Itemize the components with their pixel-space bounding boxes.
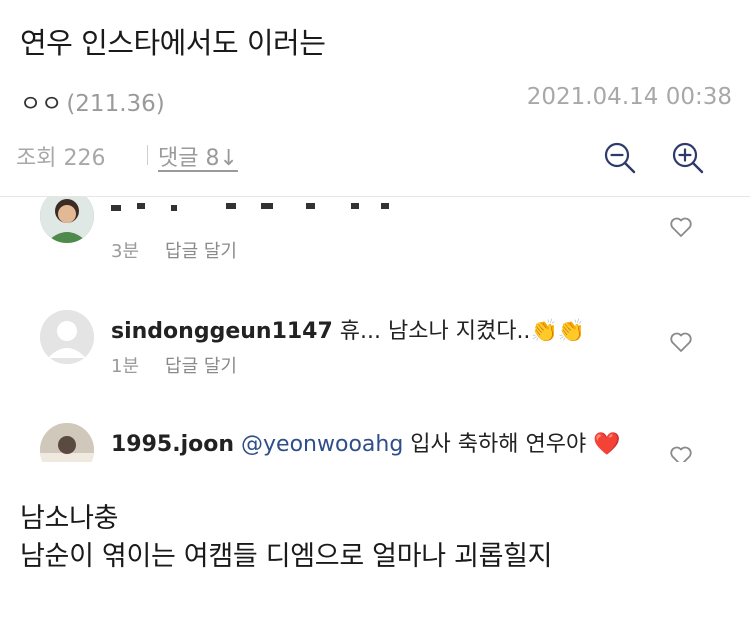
post-stats: 조회 226 댓글 8↓ [16, 140, 732, 176]
avatar [40, 197, 94, 243]
comment-username[interactable]: 1995.joon [111, 432, 234, 457]
post-meta: ㅇㅇ (211.36) 2021.04.14 00:38 [20, 84, 732, 117]
zoom-out-icon[interactable] [602, 140, 638, 176]
like-heart-icon[interactable] [669, 445, 693, 462]
comment-text: 휴... 남소나 지켰다.. [339, 319, 531, 344]
comment-username[interactable]: sindonggeun1147 [111, 319, 333, 344]
reply-button[interactable]: 답글 달기 [165, 356, 237, 377]
body-line-1: 남소나충 [20, 503, 119, 534]
view-count: 조회 226 [16, 146, 106, 171]
comment-text-line: 1995.joon @yeonwooahg 입사 축하해 연우야 ❤️ [111, 426, 621, 458]
comment-meta: 3분 답글 달기 [111, 237, 237, 263]
mention-link[interactable]: @yeonwooahg [241, 432, 403, 457]
comment-text: 입사 축하해 연우야 [410, 432, 587, 457]
post-date: 2021.04.14 00:38 [526, 84, 732, 110]
comment-text-line: sindonggeun1147 휴... 남소나 지켰다..👏👏 [111, 313, 585, 345]
avatar [40, 423, 94, 462]
author-name: ㅇㅇ [20, 91, 63, 117]
post-body: 남소나충 남순이 엮이는 여캠들 디엠으로 얼마나 괴롭힐지 [20, 500, 553, 576]
comment-time: 3분 [111, 241, 140, 262]
author-ip: (211.36) [66, 91, 165, 117]
like-heart-icon[interactable] [669, 331, 693, 353]
cropped-comment-text [111, 203, 389, 211]
heart-emoji: ❤️ [593, 432, 621, 457]
embedded-screenshot: 3분 답글 달기 sindonggeun1147 휴... 남소나 지켰다..👏👏… [20, 197, 732, 462]
comment-meta: 1분 답글 달기 [111, 352, 237, 378]
avatar-placeholder [40, 310, 94, 364]
body-line-2: 남순이 엮이는 여캠들 디엠으로 얼마나 괴롭힐지 [20, 541, 553, 572]
reply-button[interactable]: 답글 달기 [165, 241, 237, 262]
comments-link[interactable]: 댓글 8↓ [158, 140, 238, 172]
comment-time: 1분 [111, 356, 140, 377]
post-title: 연우 인스타에서도 이러는 [20, 26, 326, 60]
like-heart-icon[interactable] [669, 216, 693, 238]
clap-emoji: 👏👏 [530, 319, 586, 344]
stats-divider [147, 145, 148, 165]
author[interactable]: ㅇㅇ (211.36) [20, 84, 165, 118]
zoom-in-icon[interactable] [670, 140, 706, 176]
